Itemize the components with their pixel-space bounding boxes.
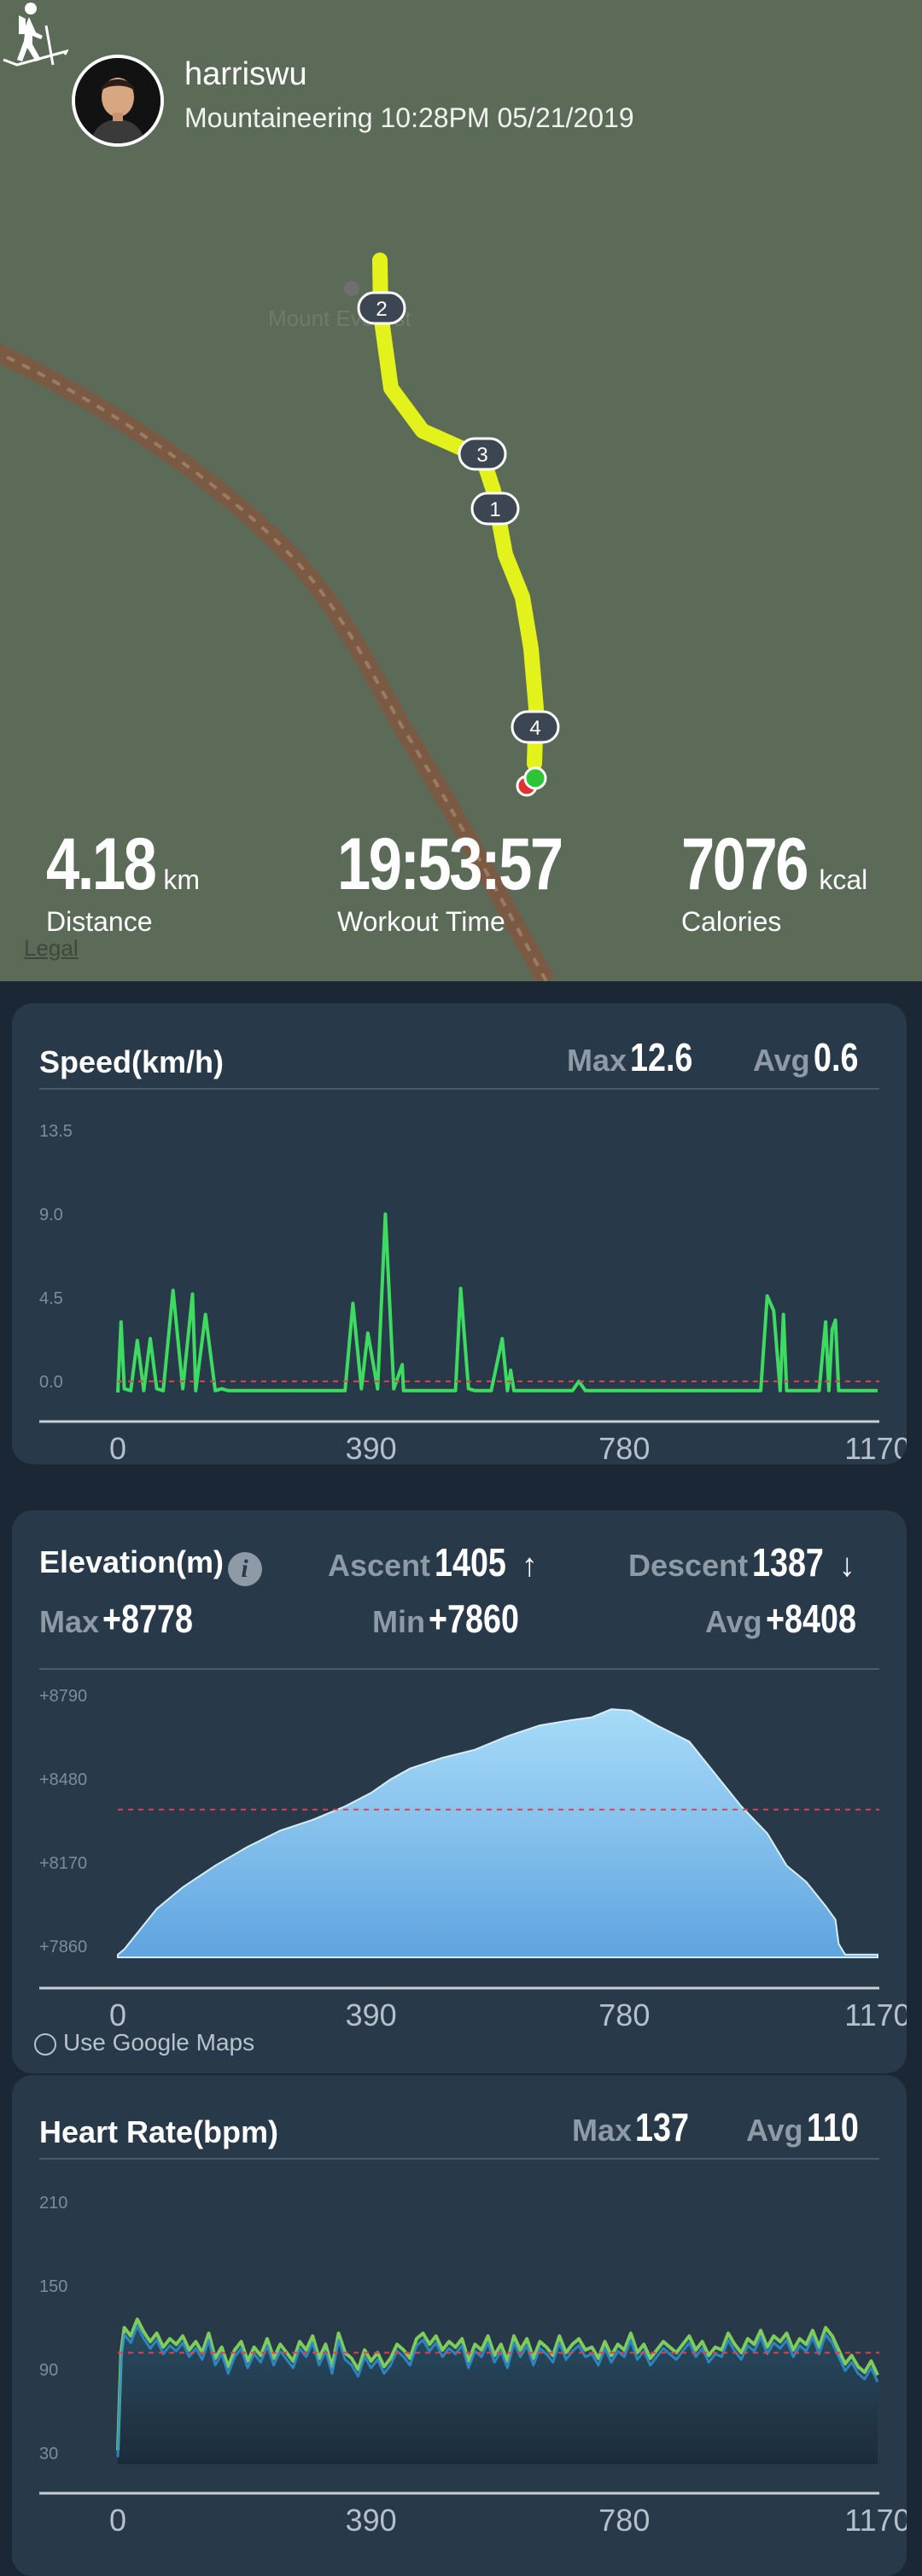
elevation-card: +8790 +8480 +8170 +7860 0 390 780 1170 Elevatio… [12, 1510, 907, 2073]
x-tick-label: 0 [109, 1997, 126, 2032]
x-tick-label: 780 [598, 1997, 650, 2032]
y-tick-label: 13.5 [39, 1122, 73, 1141]
elevation-max: Max +8778 [39, 1596, 213, 1642]
workout-time-value: 19:53:57 [337, 823, 563, 905]
elevation-chart: +8790 +8480 +8170 +7860 0 390 780 1170 [39, 1668, 907, 2032]
speed-max-value: 12.6 [630, 1035, 693, 1079]
elevation-min: Min +7860 [372, 1596, 540, 1642]
y-tick-label: +8480 [39, 1771, 87, 1789]
heart-rate-max-value: 137 [635, 2105, 690, 2149]
y-tick-label: 90 [39, 2361, 58, 2380]
heart-rate-chart: 210 150 90 30 0 390 780 1170 [39, 2158, 907, 2538]
avatar-icon [75, 58, 160, 143]
heart-rate-max-label: Max [572, 2113, 633, 2148]
x-tick-label: 1170 [844, 2503, 907, 2538]
speed-title: Speed(km/h) [39, 1044, 225, 1079]
route-marker-4: 4 [511, 710, 560, 744]
route-marker-1: 1 [470, 491, 520, 526]
elevation-descent: Descent 1387 ↓ [628, 1539, 855, 1585]
google-maps-label: Use Google Maps [63, 2029, 255, 2056]
x-tick-label: 390 [346, 1997, 397, 2032]
x-tick-label: 390 [346, 1431, 397, 1464]
y-tick-label: 150 [39, 2277, 67, 2296]
x-tick-label: 780 [598, 2503, 650, 2538]
heart-rate-title: Heart Rate(bpm) [39, 2114, 279, 2149]
calories-label: Calories [681, 906, 782, 937]
x-tick-label: 0 [109, 2503, 126, 2538]
y-tick-label: 0.0 [39, 1373, 63, 1392]
speed-avg-value: 0.6 [814, 1035, 859, 1079]
descent-arrow-icon: ↓ [838, 1548, 855, 1584]
y-tick-label: 4.5 [39, 1289, 63, 1308]
speed-max: Max 12.6 [567, 1034, 707, 1080]
descent-value: 1387 [751, 1540, 824, 1585]
speed-avg-label: Avg [753, 1043, 810, 1078]
elevation-max-label: Max [39, 1604, 100, 1639]
svg-text:2: 2 [376, 298, 387, 321]
distance-unit: km [163, 864, 201, 895]
svg-text:3: 3 [476, 444, 487, 467]
username[interactable]: harriswu [184, 56, 307, 93]
workout-time-label: Workout Time [337, 906, 505, 937]
descent-label: Descent [628, 1548, 749, 1583]
x-tick-label: 1170 [844, 1997, 907, 2032]
activity-subtitle: Mountaineering 10:28PM 05/21/2019 [184, 102, 634, 133]
y-tick-label: 30 [39, 2445, 58, 2463]
distance-value: 4.18 [46, 823, 157, 905]
speed-card: 13.5 9.0 4.5 0.0 0 390 780 1170 Speed(km/h) Max… [12, 1003, 907, 1464]
avatar[interactable] [72, 55, 164, 147]
elevation-title-row: Elevation(m) i [39, 1544, 262, 1586]
elevation-avg: Avg +8408 [705, 1596, 876, 1642]
heart-rate-avg-label: Avg [746, 2113, 803, 2148]
route-marker-3: 3 [458, 437, 507, 471]
elevation-min-label: Min [372, 1604, 425, 1639]
radio-icon[interactable] [34, 2032, 56, 2056]
ascent-value: 1405 [434, 1540, 506, 1585]
elevation-ascent: Ascent 1405 ↑ [328, 1539, 538, 1585]
route-marker-2: 2 [357, 291, 406, 325]
elevation-avg-label: Avg [705, 1604, 762, 1639]
calories-stat: 7076 kcal Calories [681, 828, 867, 938]
ascent-arrow-icon: ↑ [521, 1548, 538, 1584]
heart-rate-card: 210 150 90 30 0 390 780 1170 Heart Rate(bpm) Ma… [12, 2075, 907, 2576]
y-tick-label: +7860 [39, 1938, 87, 1957]
y-tick-label: 9.0 [39, 1206, 63, 1224]
speed-avg: Avg 0.6 [753, 1034, 868, 1080]
google-maps-toggle[interactable]: Use Google Maps [34, 2029, 254, 2056]
legal-link[interactable]: Legal [24, 935, 79, 962]
elevation-max-value: +8778 [102, 1596, 194, 1641]
start-point [523, 766, 547, 790]
x-tick-label: 0 [109, 1431, 126, 1464]
heart-rate-max: Max 137 [572, 2104, 701, 2150]
elevation-avg-value: +8408 [766, 1596, 857, 1641]
calories-value: 7076 [681, 823, 809, 905]
elevation-title: Elevation(m) [39, 1544, 225, 1579]
heart-rate-avg-value: 110 [807, 2105, 859, 2149]
peak-pin [344, 281, 359, 296]
heart-rate-avg: Avg 110 [746, 2104, 870, 2150]
svg-text:1: 1 [489, 498, 500, 521]
calories-unit: kcal [819, 864, 868, 895]
info-icon[interactable]: i [227, 1551, 262, 1586]
ascent-label: Ascent [328, 1548, 431, 1583]
x-tick-label: 390 [346, 2503, 397, 2538]
hiker-icon [3, 3, 68, 67]
x-tick-label: 1170 [844, 1431, 907, 1464]
series-line [116, 1212, 878, 1393]
area-fill [117, 1708, 878, 1958]
x-tick-label: 780 [598, 1431, 650, 1464]
elevation-min-value: +7860 [429, 1596, 520, 1641]
workout-time-stat: 19:53:57 Workout Time [337, 828, 610, 938]
y-tick-label: +8790 [39, 1687, 87, 1706]
route-map[interactable]: Mount Everest 2 3 1 4 harriswu Mountaine… [0, 0, 922, 981]
y-tick-label: +8170 [39, 1854, 87, 1873]
svg-text:4: 4 [529, 717, 540, 740]
speed-max-label: Max [567, 1043, 627, 1078]
y-tick-label: 210 [39, 2194, 67, 2213]
distance-label: Distance [46, 906, 153, 937]
distance-stat: 4.18 km Distance [46, 828, 200, 938]
